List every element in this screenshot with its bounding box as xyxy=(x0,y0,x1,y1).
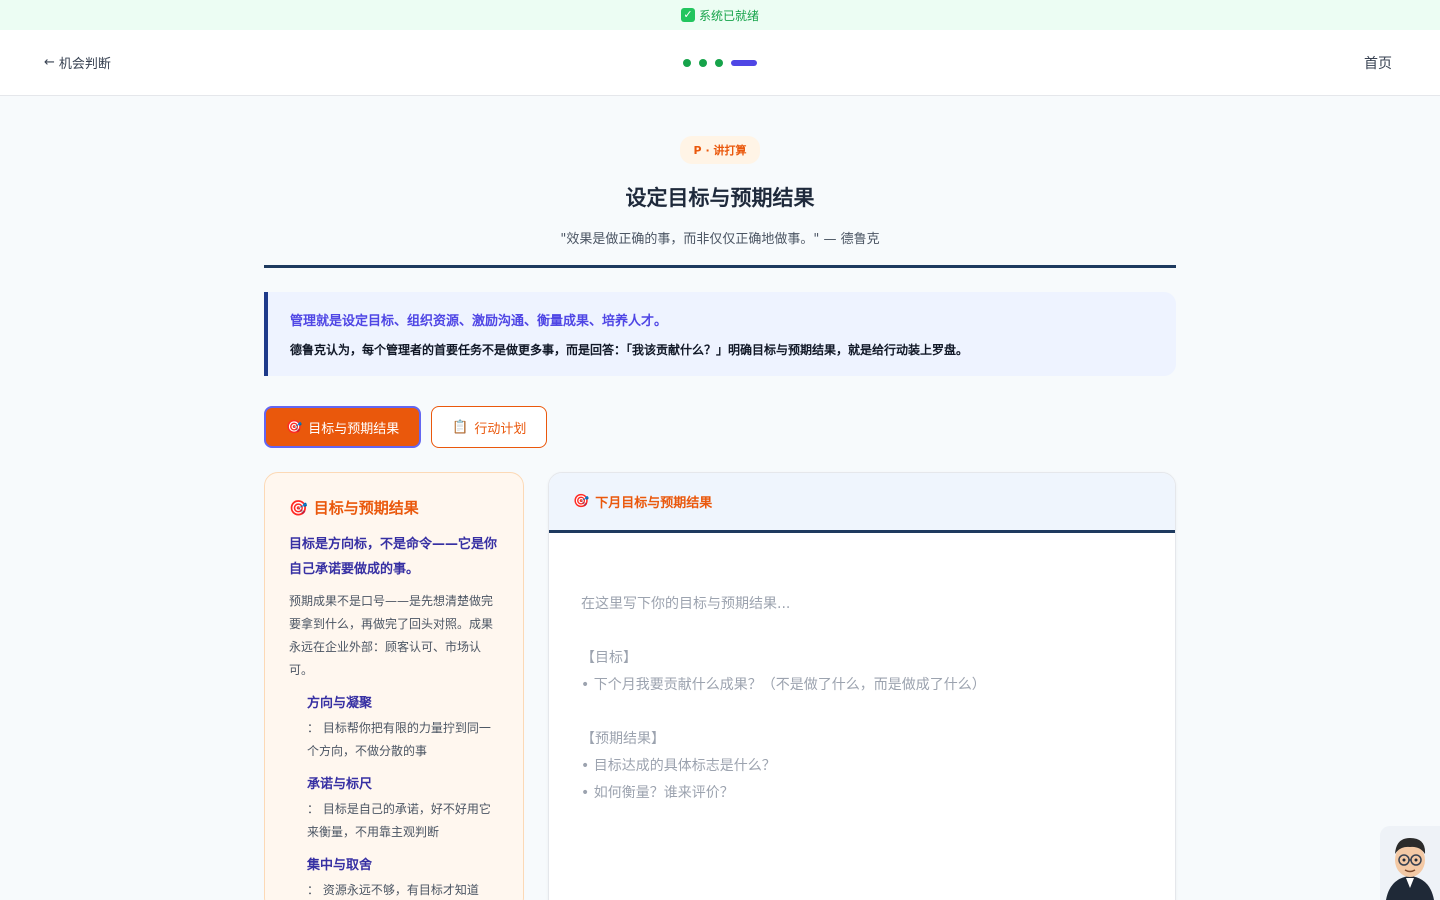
point-title: 承诺与标尺 xyxy=(307,777,373,792)
point-title: 集中与取舍 xyxy=(307,858,373,873)
placeholder-line: 【预期结果】 xyxy=(581,731,665,747)
guide-emphasis: 目标是方向标，不是命令——它是你自己承诺要做成的事。 xyxy=(289,537,498,577)
target-icon: 🎯 xyxy=(573,494,590,509)
editor-header: 🎯 下月目标与预期结果 xyxy=(549,473,1175,533)
tab-action-plan[interactable]: 📋 行动计划 xyxy=(431,406,548,448)
goals-textarea[interactable]: 在这里写下你的目标与预期结果... 【目标】 • 下个月我要贡献什么成果？（不是… xyxy=(549,533,1175,807)
step-progress xyxy=(683,58,757,67)
top-nav: ← 机会判断 首页 xyxy=(0,30,1440,96)
placeholder-line: • 目标达成的具体标志是什么？ xyxy=(581,758,776,774)
divider xyxy=(264,265,1176,268)
section-tag: P · 讲打算 xyxy=(679,136,761,164)
progress-dot-3 xyxy=(715,58,723,67)
progress-dot-current xyxy=(731,59,757,66)
tab-label: 目标与预期结果 xyxy=(308,421,400,437)
back-button[interactable]: ← 机会判断 xyxy=(44,53,111,72)
placeholder-line: 在这里写下你的目标与预期结果... xyxy=(581,596,791,612)
point-desc: ： 资源永远不够，有目标才知道 xyxy=(307,883,479,897)
placeholder-line: 【目标】 xyxy=(581,650,637,666)
target-icon: 🎯 xyxy=(286,419,303,435)
guide-body: 预期成果不是口号——是先想清楚做完要拿到什么，再做完了回头对照。成果永远在企业外… xyxy=(289,594,494,677)
point-title: 方向与凝聚 xyxy=(307,696,373,711)
tab-bar: 🎯 目标与预期结果 📋 行动计划 xyxy=(264,406,1176,448)
point-desc: ： 目标是自己的承诺，好不好用它来衡量，不用靠主观判断 xyxy=(307,802,491,839)
back-label: 机会判断 xyxy=(58,57,111,72)
page-quote: "效果是做正确的事，而非仅仅正确地做事。" — 德鲁克 xyxy=(560,232,880,247)
intro-callout: 管理就是设定目标、组织资源、激励沟通、衡量成果、培养人才。 德鲁克认为，每个管理… xyxy=(264,292,1176,376)
editor-card: 🎯 下月目标与预期结果 在这里写下你的目标与预期结果... 【目标】 • 下个月… xyxy=(548,472,1176,900)
guide-title: 🎯 目标与预期结果 xyxy=(289,498,419,518)
page-title: 设定目标与预期结果 xyxy=(625,186,815,210)
tab-label: 行动计划 xyxy=(474,421,527,437)
main-content: P · 讲打算 设定目标与预期结果 "效果是做正确的事，而非仅仅正确地做事。" … xyxy=(264,96,1176,900)
status-text: 系统已就绪 xyxy=(698,8,759,23)
assistant-avatar[interactable] xyxy=(1380,826,1440,900)
editor-title: 下月目标与预期结果 xyxy=(595,496,713,511)
guide-card: 🎯 目标与预期结果 目标是方向标，不是命令——它是你自己承诺要做成的事。 预期成… xyxy=(264,472,524,900)
tab-goals[interactable]: 🎯 目标与预期结果 xyxy=(264,406,422,448)
clipboard-icon: 📋 xyxy=(452,419,469,435)
content-area: 🎯 目标与预期结果 目标是方向标，不是命令——它是你自己承诺要做成的事。 预期成… xyxy=(264,472,1176,900)
intro-text: 德鲁克认为，每个管理者的首要任务不是做更多事，而是回答：「我该贡献什么？」明确目… xyxy=(290,343,969,357)
placeholder-line: • 如何衡量？谁来评价？ xyxy=(581,785,734,801)
progress-dot-1 xyxy=(683,58,691,67)
target-icon: 🎯 xyxy=(289,498,308,517)
progress-dot-2 xyxy=(699,58,707,67)
arrow-left-icon: ← xyxy=(44,55,55,70)
home-link[interactable]: 首页 xyxy=(1364,53,1392,73)
check-icon: ✓ xyxy=(680,8,695,22)
status-bar: ✓ 系统已就绪 xyxy=(0,0,1440,30)
placeholder-line: • 下个月我要贡献什么成果？（不是做了什么，而是做成了什么） xyxy=(581,677,986,693)
point-desc: ： 目标帮你把有限的力量拧到同一个方向，不做分散的事 xyxy=(307,721,491,758)
intro-headline: 管理就是设定目标、组织资源、激励沟通、衡量成果、培养人才。 xyxy=(290,314,668,329)
